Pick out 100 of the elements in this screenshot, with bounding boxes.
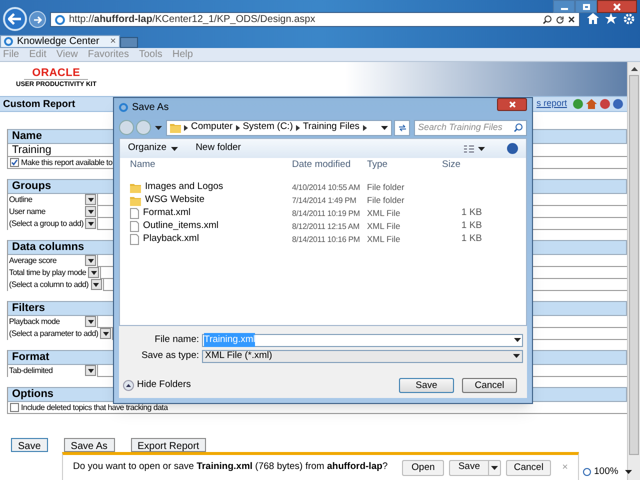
tab-close-button[interactable]: × <box>110 34 116 49</box>
folder-icon <box>170 122 181 132</box>
dropdown-button[interactable] <box>85 316 96 327</box>
caret-icon <box>491 466 498 470</box>
caret-icon <box>170 146 178 150</box>
breadcrumb-bar[interactable]: Computer System (C:) Training Files <box>166 120 392 136</box>
caret-icon <box>90 270 97 274</box>
file-row[interactable]: Format.xml 8/14/2011 10:19 PM XML File 1 KB <box>120 207 526 220</box>
stop-icon[interactable] <box>568 16 575 23</box>
address-bar[interactable]: http://ahufford-lap/KCenter12_1/KP_ODS/Design.aspx <box>50 12 580 27</box>
caret-icon <box>88 210 94 214</box>
chevron-icon[interactable] <box>362 124 367 130</box>
caret-icon <box>88 320 94 324</box>
star-icon[interactable] <box>605 13 617 24</box>
file-type: XML File <box>367 207 402 220</box>
chevron-icon[interactable] <box>236 124 240 130</box>
toolbar-button[interactable]: New folder <box>196 141 241 156</box>
report-link[interactable]: s report <box>536 97 567 111</box>
checkbox[interactable] <box>10 158 19 167</box>
select-field[interactable]: (Select a parameter to add) <box>8 328 114 340</box>
organize-menu[interactable]: Organize <box>128 141 178 156</box>
document-icon <box>130 221 139 232</box>
chevron-icon[interactable] <box>184 124 188 130</box>
select-field[interactable]: Average score <box>8 254 98 266</box>
document-icon <box>130 208 139 219</box>
refresh-button[interactable] <box>394 120 410 136</box>
file-row[interactable]: WSG Website 7/14/2014 1:49 PM File folder <box>120 194 526 207</box>
close-button[interactable] <box>597 0 637 13</box>
select-field[interactable]: Playback mode <box>8 316 98 328</box>
caret-icon <box>625 470 632 474</box>
dialog-title: Save As <box>132 101 169 115</box>
field-label: File name: <box>154 332 199 347</box>
chevron-icon[interactable] <box>296 124 300 130</box>
caret-up-icon[interactable] <box>630 66 638 70</box>
scrollbar[interactable] <box>627 62 640 480</box>
arrows-icon <box>398 124 406 132</box>
checkbox[interactable] <box>10 403 19 412</box>
select-field[interactable]: Tab-delimited <box>8 364 98 376</box>
cancel-button[interactable]: Cancel <box>506 460 552 476</box>
dropdown-button[interactable] <box>88 267 100 278</box>
file-name: WSG Website <box>145 193 204 208</box>
search-icon <box>514 123 523 132</box>
view-icon[interactable] <box>464 144 474 152</box>
caret-icon <box>88 368 94 372</box>
settings-icon[interactable] <box>623 13 635 25</box>
column-header[interactable]: Name <box>120 158 292 173</box>
page-button[interactable]: Export Report <box>130 438 206 452</box>
search-icon[interactable] <box>543 15 552 24</box>
file-name: Images and Logos <box>145 180 224 194</box>
arrow-right-icon <box>33 16 42 24</box>
dropdown-button[interactable] <box>100 328 112 339</box>
dialog-close-button[interactable] <box>497 98 527 111</box>
dropdown-button[interactable] <box>85 218 96 229</box>
forward-button[interactable] <box>29 11 46 28</box>
file-type: XML File <box>367 220 402 233</box>
open-button[interactable]: Open <box>402 460 444 476</box>
file-date: 7/14/2014 1:49 PM <box>292 194 358 206</box>
file-row[interactable]: Outline_items.xml 8/12/2011 12:15 AM XML File 1 KB <box>120 220 526 233</box>
page-button[interactable]: Save As <box>64 438 114 452</box>
file-size: 1 KB <box>460 219 482 234</box>
dropdown-button[interactable] <box>85 365 96 376</box>
zoom-control[interactable]: 100% <box>583 465 632 480</box>
select-field[interactable]: User name <box>8 206 98 218</box>
field-label: Save as type: <box>140 348 199 363</box>
dropdown-button[interactable] <box>85 194 96 205</box>
caret-icon <box>102 332 109 336</box>
dropdown-button[interactable] <box>90 279 102 290</box>
file-row[interactable]: Images and Logos 4/10/2014 10:55 AM File folder <box>120 181 526 194</box>
column-header[interactable]: Type <box>367 158 442 173</box>
folder-icon <box>130 196 141 206</box>
minimize-button[interactable] <box>553 0 575 13</box>
caret-icon <box>88 198 94 202</box>
column-header[interactable]: Date modified <box>292 158 367 173</box>
file-date: 8/12/2011 12:15 AM <box>292 220 360 232</box>
select-field[interactable]: (Select a group to add) <box>8 218 98 230</box>
download-message: Do you want to open or save Training.xml (768 bytes) from ahufford-lap? <box>73 460 388 474</box>
dropdown-button[interactable] <box>85 206 96 217</box>
name-field[interactable]: Training <box>8 142 56 158</box>
dialog-button[interactable]: Cancel <box>462 378 517 393</box>
url-text: http://ahufford-lap/KCenter12_1/KP_ODS/Design.aspx <box>69 13 316 27</box>
browser-tab[interactable]: Knowledge Center × <box>0 35 120 48</box>
column-header[interactable]: Size <box>442 158 482 173</box>
page-button[interactable]: Save <box>11 438 48 452</box>
arrow-left-icon <box>8 13 22 25</box>
caret-icon <box>88 258 94 262</box>
file-type-select[interactable]: XML File (*.xml) <box>202 350 523 362</box>
home-icon[interactable] <box>587 13 599 24</box>
save-button[interactable]: Save <box>449 460 502 476</box>
checkbox-label: Make this report available to <box>21 156 112 168</box>
file-type: File folder <box>367 181 406 194</box>
select-field[interactable]: Outline <box>8 194 98 206</box>
dialog-button[interactable]: Save <box>399 378 454 393</box>
dropdown-button[interactable] <box>85 255 96 266</box>
select-field[interactable]: Total time by play mode <box>8 266 102 278</box>
refresh-icon[interactable] <box>556 16 564 24</box>
caret-icon <box>88 222 94 226</box>
close-icon <box>613 2 621 10</box>
home-icon[interactable] <box>586 99 597 109</box>
select-field[interactable]: (Select a column to add) <box>8 278 104 290</box>
restore-button[interactable] <box>575 0 597 13</box>
